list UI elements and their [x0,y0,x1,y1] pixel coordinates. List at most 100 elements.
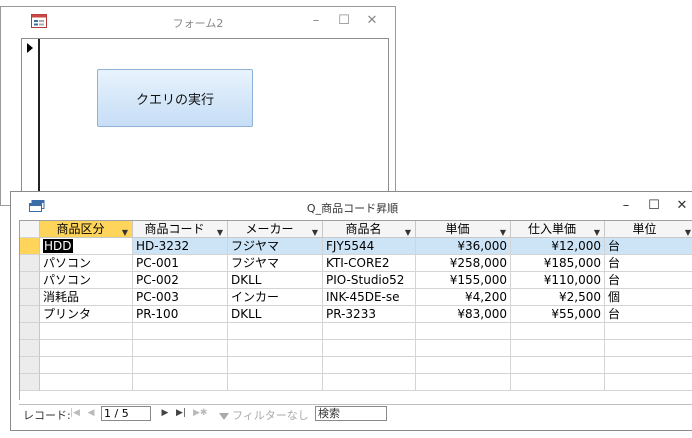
datasheet-grid: 商品区分 ▼ 商品コード ▼ メーカー ▼ 商品名 ▼ 単価 ▼ 仕入単価 ▼ 単位 ▼ HD… [19,220,692,400]
cell-name[interactable]: PIO-Studio52 [323,272,416,289]
empty-cell [605,340,692,357]
empty-cell [416,323,511,340]
column-header-unit[interactable]: 単位 ▼ [605,221,692,238]
row-selector[interactable] [20,255,40,272]
empty-cell [416,357,511,374]
record-position-input[interactable]: 1 / 5 [101,406,151,421]
close-button[interactable]: ✕ [671,196,692,216]
cell-unit[interactable]: 台 [605,306,692,323]
cell-maker[interactable]: フジヤマ [228,238,323,255]
minimize-button[interactable]: – [615,196,637,216]
cell-category[interactable]: プリンタ [40,306,133,323]
selected-text: HDD [43,239,73,253]
cell-unit[interactable]: 個 [605,289,692,306]
table-row[interactable]: HDD HD-3232 フジヤマ FJY5544 ¥36,000 ¥12,000… [20,238,692,255]
empty-row [20,340,692,357]
cell-maker[interactable]: インカー [228,289,323,306]
table-row[interactable]: パソコン PC-002 DKLL PIO-Studio52 ¥155,000 ¥… [20,272,692,289]
cell-cost[interactable]: ¥55,000 [511,306,605,323]
cell-price[interactable]: ¥4,200 [416,289,511,306]
record-selector[interactable] [22,39,40,203]
cell-name[interactable]: FJY5544 [323,238,416,255]
cell-cost[interactable]: ¥12,000 [511,238,605,255]
query-title: Q_商品コード昇順 [306,202,399,215]
row-selector[interactable] [20,272,40,289]
cell-price[interactable]: ¥155,000 [416,272,511,289]
close-button[interactable]: ✕ [361,11,383,31]
cell-unit[interactable]: 台 [605,238,692,255]
cell-code[interactable]: PR-100 [133,306,228,323]
empty-cell [605,323,692,340]
form-titlebar[interactable]: フォーム2 – ☐ ✕ [1,7,395,37]
empty-cell [605,357,692,374]
cell-category[interactable]: HDD [40,238,133,255]
empty-cell [323,374,416,391]
dropdown-icon: ▼ [311,228,318,237]
first-record-icon[interactable]: |◀ [69,406,81,420]
empty-cell [133,340,228,357]
run-query-button[interactable]: クエリの実行 [97,69,253,127]
cell-maker[interactable]: フジヤマ [228,255,323,272]
empty-row [20,374,692,391]
empty-cell [40,374,133,391]
row-selector[interactable] [20,306,40,323]
filter-icon [219,412,229,420]
empty-cell [40,323,133,340]
empty-cell [511,374,605,391]
row-selector[interactable] [20,289,40,306]
empty-cell [228,374,323,391]
column-header-cost[interactable]: 仕入単価 ▼ [511,221,605,238]
column-header-code[interactable]: 商品コード ▼ [133,221,228,238]
cell-unit[interactable]: 台 [605,272,692,289]
row-selector-empty [20,323,40,340]
column-header-name[interactable]: 商品名 ▼ [323,221,416,238]
last-record-icon[interactable]: ▶| [175,406,187,420]
column-header-category[interactable]: 商品区分 ▼ [40,221,133,238]
cell-category[interactable]: 消耗品 [40,289,133,306]
cell-cost[interactable]: ¥2,500 [511,289,605,306]
empty-cell [133,323,228,340]
cell-code[interactable]: PC-003 [133,289,228,306]
empty-cell [133,357,228,374]
dropdown-icon: ▼ [404,228,411,237]
cell-name[interactable]: PR-3233 [323,306,416,323]
cell-maker[interactable]: DKLL [228,306,323,323]
next-record-icon[interactable]: ▶ [159,406,171,420]
cell-code[interactable]: PC-002 [133,272,228,289]
cell-cost[interactable]: ¥185,000 [511,255,605,272]
current-record-arrow-icon [27,43,33,53]
cell-maker[interactable]: DKLL [228,272,323,289]
table-row[interactable]: 消耗品 PC-003 インカー INK-45DE-se ¥4,200 ¥2,50… [20,289,692,306]
empty-cell [511,323,605,340]
cell-category[interactable]: パソコン [40,272,133,289]
cell-name[interactable]: KTI-CORE2 [323,255,416,272]
empty-cell [323,357,416,374]
query-titlebar[interactable]: Q_商品コード昇順 – ☐ ✕ [11,192,692,220]
cell-name[interactable]: INK-45DE-se [323,289,416,306]
maximize-button[interactable]: ☐ [333,11,355,31]
filter-toggle[interactable]: フィルターなし [219,407,309,423]
cell-code[interactable]: PC-001 [133,255,228,272]
cell-price[interactable]: ¥36,000 [416,238,511,255]
empty-cell [605,374,692,391]
table-row[interactable]: プリンタ PR-100 DKLL PR-3233 ¥83,000 ¥55,000… [20,306,692,323]
prev-record-icon[interactable]: ◀ [85,406,97,420]
row-selector[interactable] [20,238,40,255]
column-header-price[interactable]: 単価 ▼ [416,221,511,238]
column-header-maker[interactable]: メーカー ▼ [228,221,323,238]
minimize-button[interactable]: – [305,11,327,31]
search-input[interactable]: 検索 [315,406,387,421]
cell-price[interactable]: ¥258,000 [416,255,511,272]
cell-code[interactable]: HD-3232 [133,238,228,255]
select-all-button[interactable] [20,221,40,238]
empty-cell [133,374,228,391]
table-row[interactable]: パソコン PC-001 フジヤマ KTI-CORE2 ¥258,000 ¥185… [20,255,692,272]
cell-price[interactable]: ¥83,000 [416,306,511,323]
dropdown-icon: ▼ [499,228,506,237]
new-record-icon[interactable]: ▶✱ [193,406,207,420]
cell-cost[interactable]: ¥110,000 [511,272,605,289]
cell-category[interactable]: パソコン [40,255,133,272]
maximize-button[interactable]: ☐ [643,196,665,216]
empty-cell [323,340,416,357]
cell-unit[interactable]: 台 [605,255,692,272]
